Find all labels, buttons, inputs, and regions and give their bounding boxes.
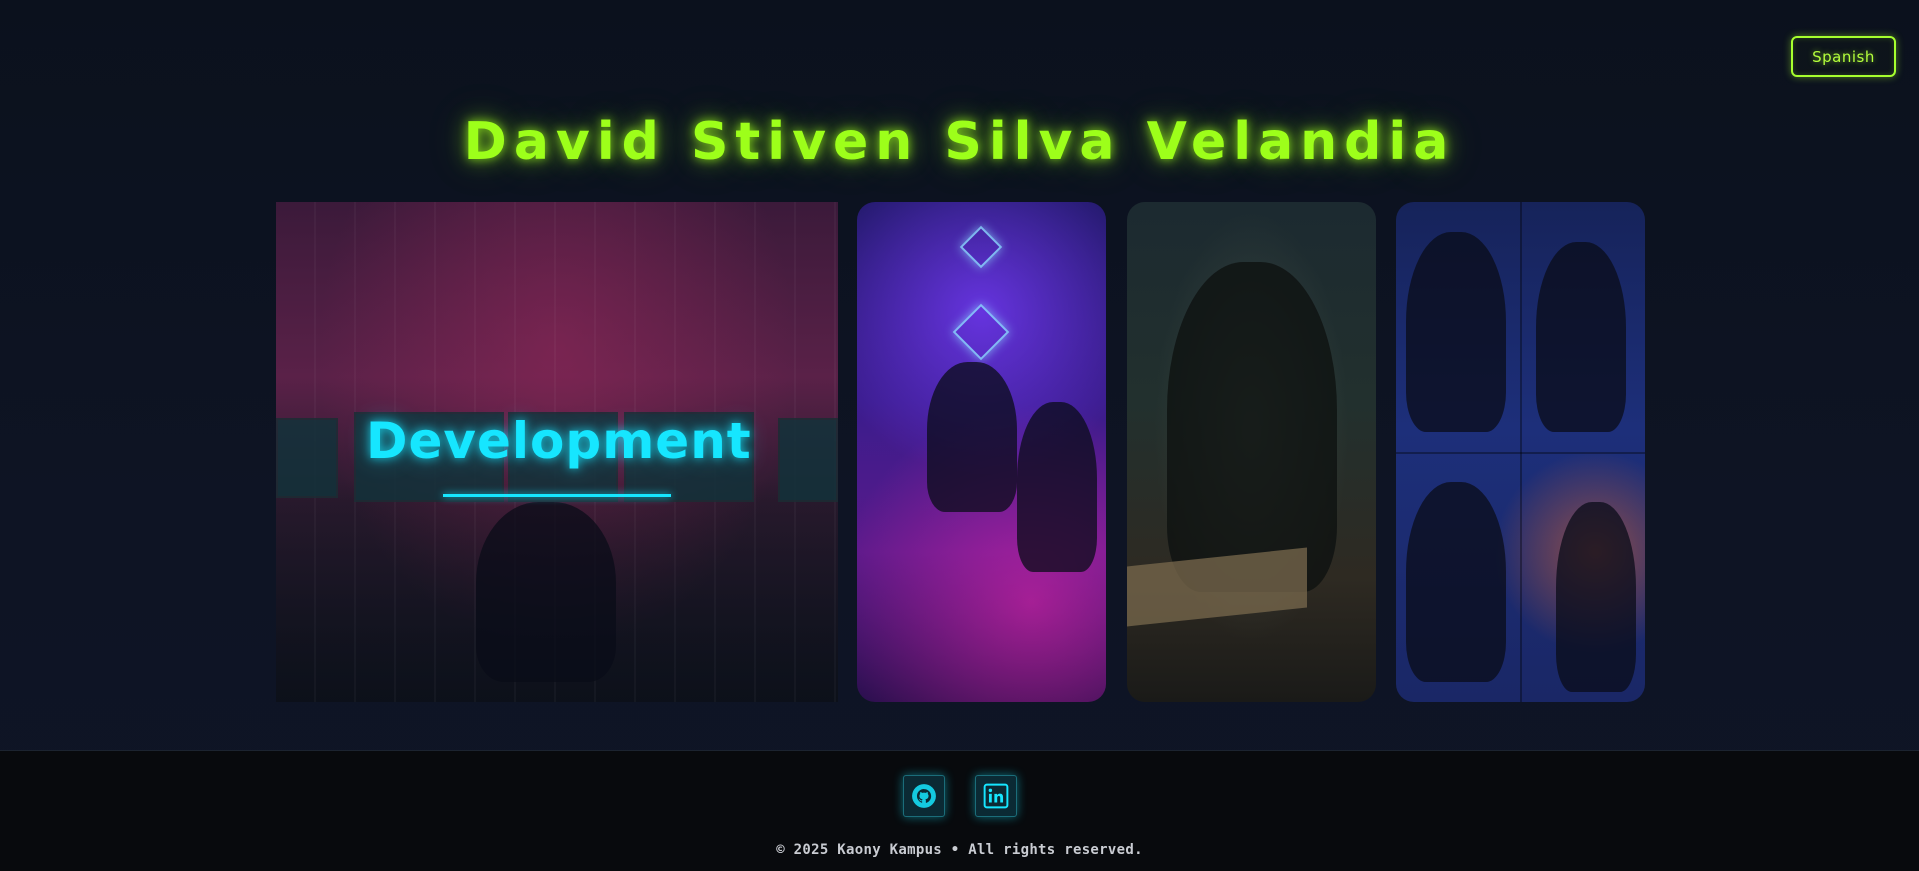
- coding-team-card[interactable]: [857, 202, 1106, 702]
- language-toggle-button[interactable]: Spanish: [1791, 36, 1896, 77]
- person-silhouette: [927, 362, 1017, 512]
- person-silhouette: [1406, 482, 1506, 682]
- reading-writer-card[interactable]: [1127, 202, 1376, 702]
- person-silhouette: [476, 502, 616, 682]
- monitor-image: [778, 418, 838, 502]
- person-silhouette: [1167, 262, 1337, 592]
- copyright-text: © 2025 Kaony Kampus • All rights reserve…: [776, 842, 1143, 858]
- person-silhouette: [1556, 502, 1636, 692]
- image-gallery: Development: [276, 202, 1646, 702]
- person-silhouette: [1536, 242, 1626, 432]
- featured-label-underline: [443, 494, 671, 497]
- development-card[interactable]: Development: [276, 202, 838, 702]
- page: Spanish David Stiven Silva Velandia Deve…: [0, 0, 1919, 871]
- monitor-image: [276, 418, 338, 498]
- person-silhouette: [1017, 402, 1097, 572]
- person-silhouette: [1406, 232, 1506, 432]
- linkedin-link[interactable]: [975, 775, 1017, 817]
- github-icon: [912, 784, 936, 808]
- open-book-image: [1127, 547, 1307, 627]
- image-divider: [1396, 452, 1645, 454]
- github-link[interactable]: [903, 775, 945, 817]
- hexagon-decoration: [952, 303, 1010, 361]
- hexagon-decoration: [959, 225, 1003, 269]
- linkedin-icon: [983, 783, 1009, 809]
- cyber-rider-card[interactable]: [1396, 202, 1645, 702]
- page-title: David Stiven Silva Velandia: [463, 112, 1456, 172]
- featured-label: Development: [366, 412, 752, 470]
- footer: © 2025 Kaony Kampus • All rights reserve…: [0, 750, 1919, 871]
